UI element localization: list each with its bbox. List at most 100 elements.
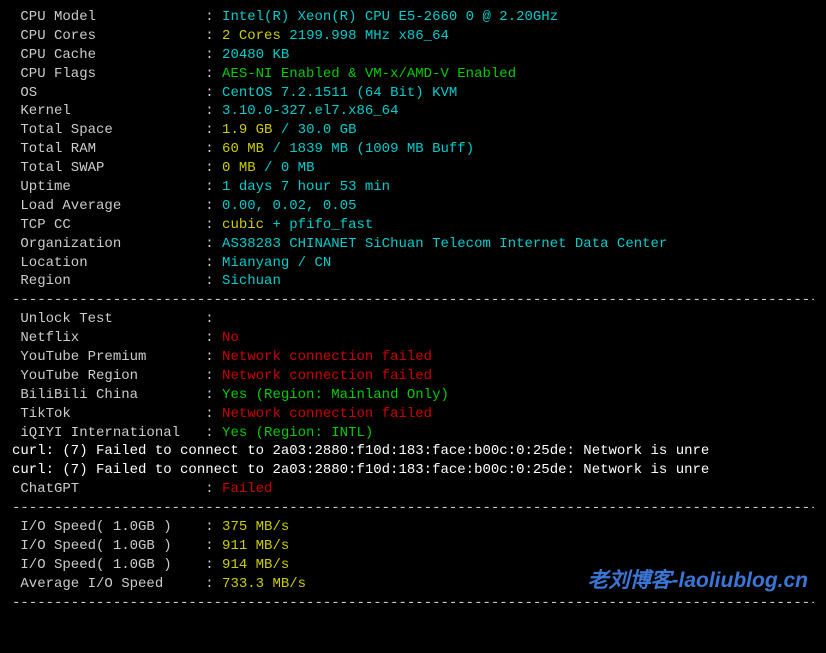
row-value: Sichuan [222, 273, 281, 289]
row-separator: : [205, 47, 222, 63]
row-label: I/O Speed( 1.0GB ) [12, 519, 205, 535]
row-label: YouTube Region [12, 368, 205, 384]
row-prefix: 2 Cores [222, 28, 281, 44]
sysinfo-row: Total SWAP : 0 MB / 0 MB [12, 159, 814, 178]
row-value: Mianyang / CN [222, 255, 331, 271]
divider-line: ----------------------------------------… [12, 499, 814, 518]
io-speed-row: I/O Speed( 1.0GB ) : 914 MB/s [12, 556, 814, 575]
row-label: I/O Speed( 1.0GB ) [12, 557, 205, 573]
row-label: Unlock Test [12, 311, 205, 327]
row-value: 914 MB/s [222, 557, 289, 573]
sysinfo-row: Load Average : 0.00, 0.02, 0.05 [12, 197, 814, 216]
curl-error-line: curl: (7) Failed to connect to 2a03:2880… [12, 461, 814, 480]
row-prefix: 0 MB [222, 160, 256, 176]
row-separator: : [205, 387, 222, 403]
row-label: I/O Speed( 1.0GB ) [12, 538, 205, 554]
sysinfo-row: CPU Flags : AES-NI Enabled & VM-x/AMD-V … [12, 65, 814, 84]
sysinfo-row: Location : Mianyang / CN [12, 254, 814, 273]
row-separator: : [205, 141, 222, 157]
row-value: No [222, 330, 239, 346]
sysinfo-row: Total RAM : 60 MB / 1839 MB (1009 MB Buf… [12, 140, 814, 159]
row-separator: : [205, 576, 222, 592]
row-separator: : [205, 9, 222, 25]
row-label: CPU Cores [12, 28, 205, 44]
row-label: TCP CC [12, 217, 205, 233]
row-label: TikTok [12, 406, 205, 422]
row-separator: : [205, 198, 222, 214]
row-label: Uptime [12, 179, 205, 195]
row-separator: : [205, 236, 222, 252]
row-separator: : [205, 217, 222, 233]
sysinfo-row: Region : Sichuan [12, 272, 814, 291]
row-separator: : [205, 538, 222, 554]
row-label: Region [12, 273, 205, 289]
row-prefix: 60 MB [222, 141, 264, 157]
sysinfo-row: Organization : AS38283 CHINANET SiChuan … [12, 235, 814, 254]
sysinfo-row: Uptime : 1 days 7 hour 53 min [12, 178, 814, 197]
sysinfo-row: Total Space : 1.9 GB / 30.0 GB [12, 121, 814, 140]
unlock-row: TikTok : Network connection failed [12, 405, 814, 424]
row-label: Total RAM [12, 141, 205, 157]
row-value: Network connection failed [222, 349, 432, 365]
row-separator: : [205, 85, 222, 101]
row-separator: : [205, 273, 222, 289]
curl-error-line: curl: (7) Failed to connect to 2a03:2880… [12, 442, 814, 461]
unlock-row: BiliBili China : Yes (Region: Mainland O… [12, 386, 814, 405]
row-label: CPU Flags [12, 66, 205, 82]
row-label: CPU Model [12, 9, 205, 25]
row-label: Organization [12, 236, 205, 252]
row-separator: : [205, 179, 222, 195]
row-value: CentOS 7.2.1511 (64 Bit) KVM [222, 85, 457, 101]
row-value: 20480 KB [222, 47, 289, 63]
row-value: Yes (Region: Mainland Only) [222, 387, 449, 403]
row-label: Total SWAP [12, 160, 205, 176]
row-separator: : [205, 425, 222, 441]
row-separator: : [205, 330, 222, 346]
row-separator: : [205, 519, 222, 535]
io-speed-row: I/O Speed( 1.0GB ) : 375 MB/s [12, 518, 814, 537]
unlock-row: YouTube Region : Network connection fail… [12, 367, 814, 386]
sysinfo-row: CPU Cache : 20480 KB [12, 46, 814, 65]
io-speed-row: Average I/O Speed : 733.3 MB/s [12, 575, 814, 594]
row-separator: : [205, 66, 222, 82]
row-value: 2199.998 MHz x86_64 [281, 28, 449, 44]
row-separator: : [205, 255, 222, 271]
sysinfo-row: Kernel : 3.10.0-327.el7.x86_64 [12, 102, 814, 121]
unlock-row: YouTube Premium : Network connection fai… [12, 348, 814, 367]
row-separator: : [205, 28, 222, 44]
row-prefix: 1.9 GB [222, 122, 272, 138]
row-value: Network connection failed [222, 406, 432, 422]
row-value: AES-NI Enabled & VM-x/AMD-V Enabled [222, 66, 516, 82]
row-label: ChatGPT [12, 481, 205, 497]
row-value: 0.00, 0.02, 0.05 [222, 198, 356, 214]
row-value: Network connection failed [222, 368, 432, 384]
io-speed-row: I/O Speed( 1.0GB ) : 911 MB/s [12, 537, 814, 556]
row-value: 375 MB/s [222, 519, 289, 535]
row-value: 911 MB/s [222, 538, 289, 554]
row-label: Total Space [12, 122, 205, 138]
chatgpt-row: ChatGPT : Failed [12, 480, 814, 499]
row-label: Average I/O Speed [12, 576, 205, 592]
sysinfo-row: CPU Cores : 2 Cores 2199.998 MHz x86_64 [12, 27, 814, 46]
row-value: 733.3 MB/s [222, 576, 306, 592]
row-separator: : [205, 557, 222, 573]
row-separator: : [205, 103, 222, 119]
unlock-header-row: Unlock Test : [12, 310, 814, 329]
row-label: Kernel [12, 103, 205, 119]
divider-line: ----------------------------------------… [12, 594, 814, 613]
row-label: iQIYI International [12, 425, 205, 441]
row-value: / 1839 MB (1009 MB Buff) [264, 141, 474, 157]
sysinfo-row: TCP CC : cubic + pfifo_fast [12, 216, 814, 235]
row-prefix: cubic [222, 217, 264, 233]
row-value: 1 days 7 hour 53 min [222, 179, 390, 195]
row-value: AS38283 CHINANET SiChuan Telecom Interne… [222, 236, 667, 252]
unlock-row: iQIYI International : Yes (Region: INTL) [12, 424, 814, 443]
row-separator: : [205, 311, 222, 327]
row-label: Load Average [12, 198, 205, 214]
unlock-row: Netflix : No [12, 329, 814, 348]
terminal-output: CPU Model : Intel(R) Xeon(R) CPU E5-2660… [12, 8, 814, 613]
row-separator: : [205, 368, 222, 384]
row-value: / 30.0 GB [272, 122, 356, 138]
divider-line: ----------------------------------------… [12, 291, 814, 310]
row-label: Netflix [12, 330, 205, 346]
